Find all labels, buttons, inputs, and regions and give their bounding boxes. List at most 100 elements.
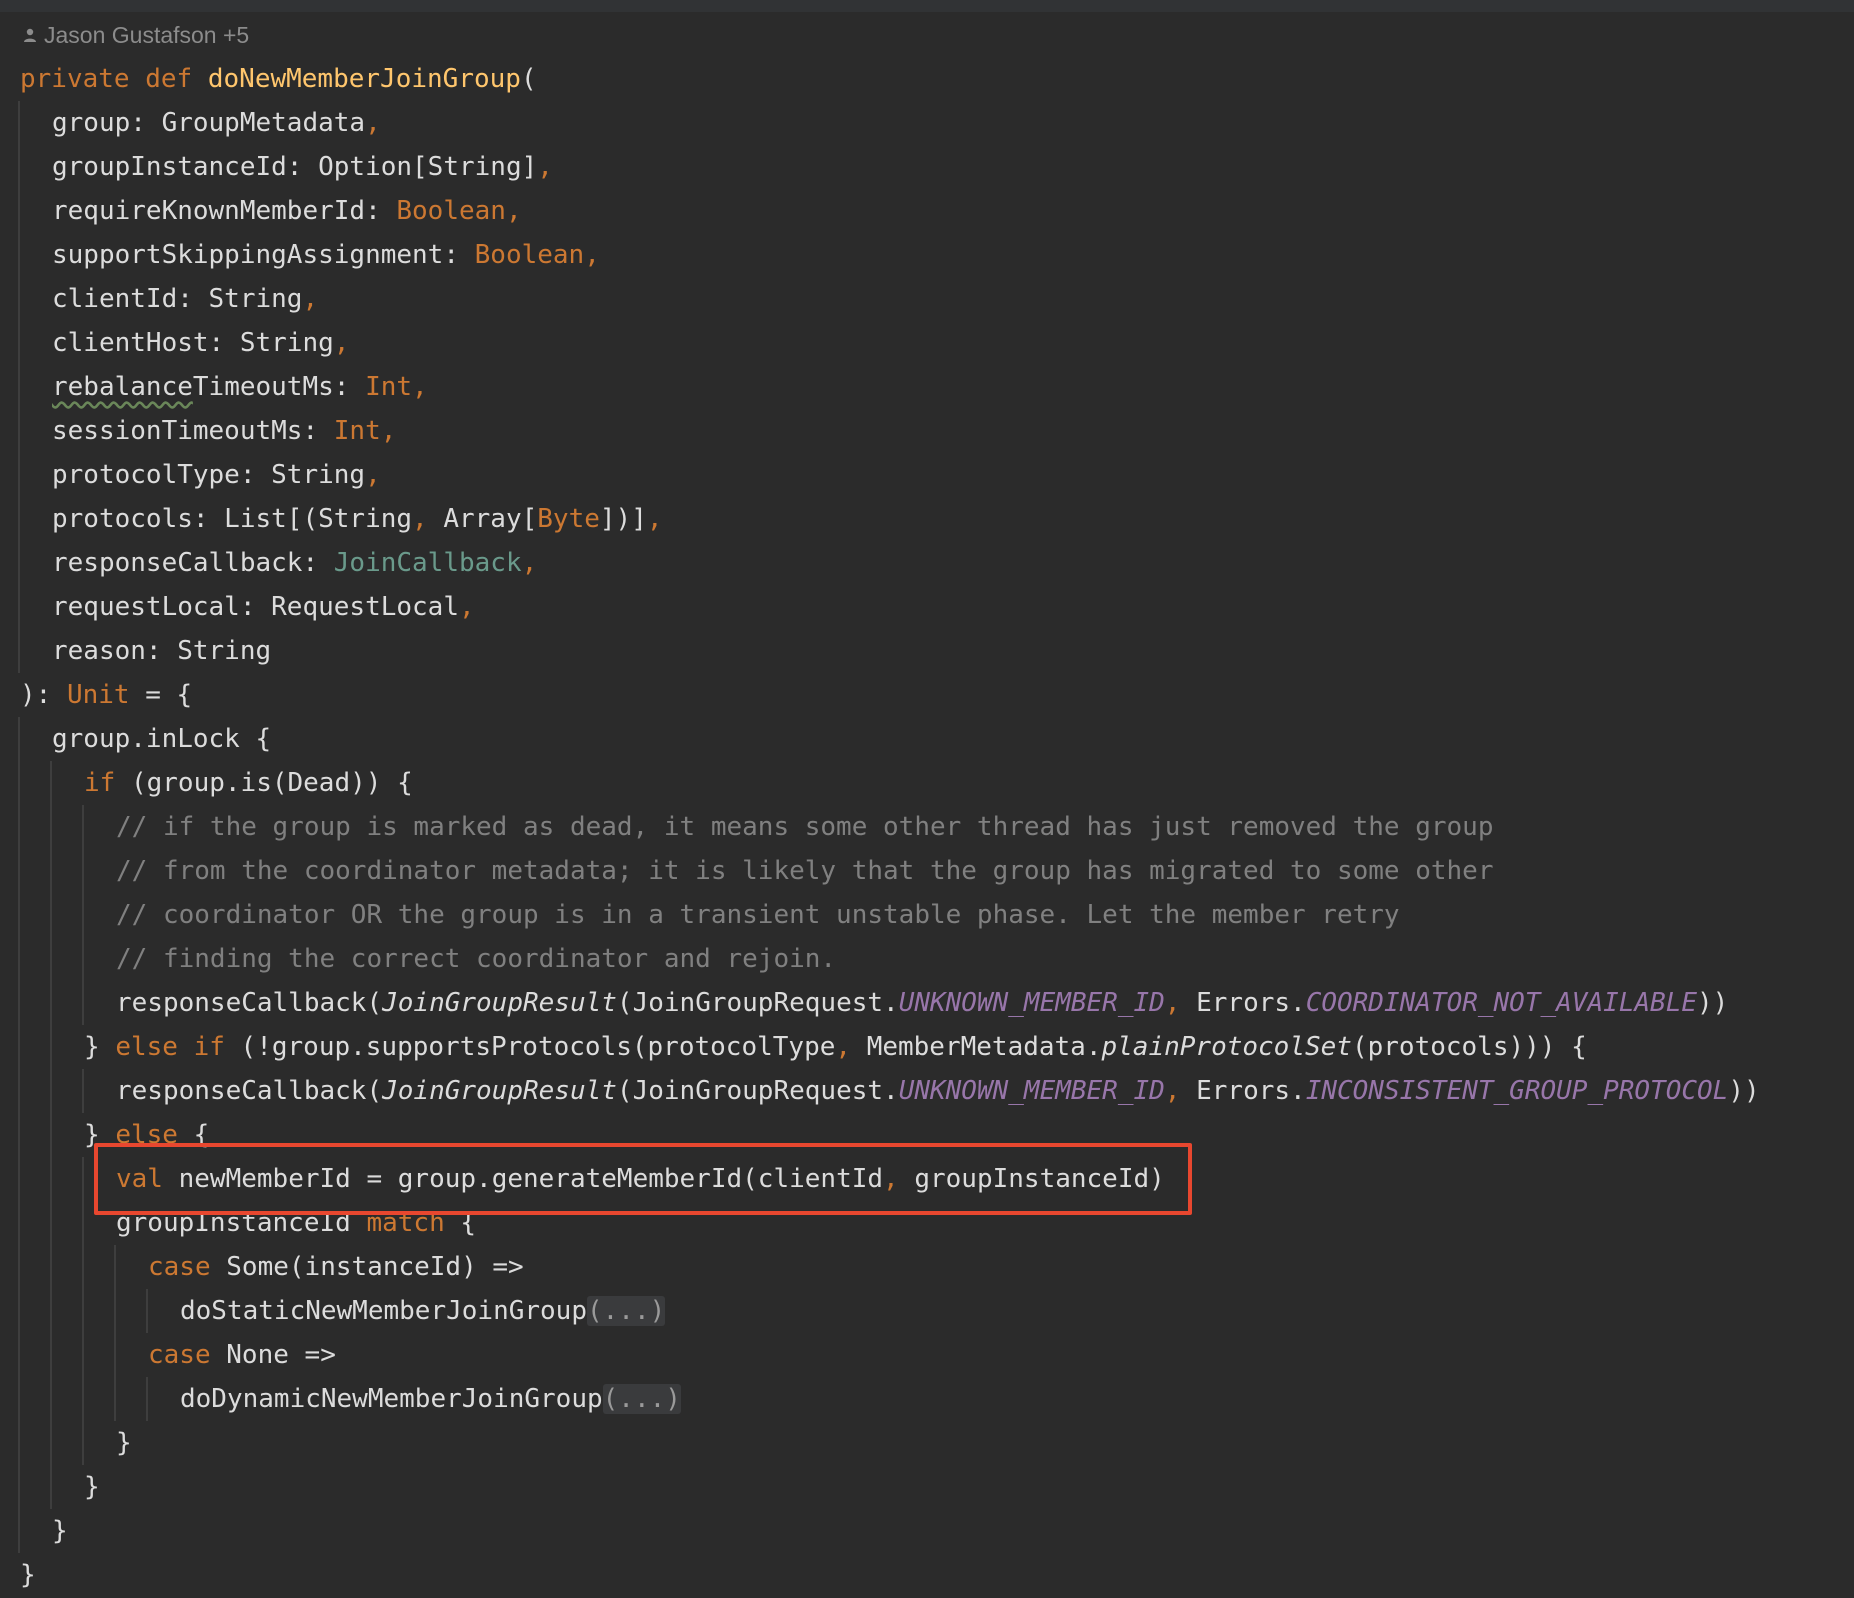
code-text: private def doNewMemberJoinGroup( (20, 57, 537, 101)
code-line[interactable]: groupInstanceId: Option[String], (0, 145, 1854, 189)
code-line[interactable]: responseCallback(JoinGroupResult(JoinGro… (0, 981, 1854, 1025)
indent-guide (50, 1333, 52, 1377)
code-token: JoinGroupResult (382, 988, 617, 1018)
code-line[interactable]: } (0, 1509, 1854, 1553)
code-line[interactable]: private def doNewMemberJoinGroup( (0, 57, 1854, 101)
code-token: supportSkippingAssignment: (52, 240, 475, 270)
code-author-hint[interactable]: Jason Gustafson +5 (22, 20, 249, 50)
code-text: // finding the correct coordinator and r… (116, 937, 836, 981)
code-line[interactable]: protocols: List[(String, Array[Byte])], (0, 497, 1854, 541)
code-line[interactable]: supportSkippingAssignment: Boolean, (0, 233, 1854, 277)
code-token: , (521, 548, 538, 578)
indent-guide (50, 937, 52, 981)
indent-guide (146, 1377, 148, 1421)
code-text: } (84, 1465, 100, 1509)
indent-guide (50, 761, 52, 805)
code-token: val (116, 1164, 179, 1194)
code-line[interactable]: doDynamicNewMemberJoinGroup(...) (0, 1377, 1854, 1421)
indent-guide (82, 1421, 84, 1465)
code-line[interactable]: // finding the correct coordinator and r… (0, 937, 1854, 981)
code-line[interactable]: protocolType: String, (0, 453, 1854, 497)
code-token: plainProtocolSet (1101, 1032, 1352, 1062)
indent-guide (50, 1201, 52, 1245)
code-line[interactable]: case Some(instanceId) => (0, 1245, 1854, 1289)
code-token: groupInstanceId: Option[String] (52, 152, 538, 182)
indent-guide (50, 805, 52, 849)
editor-top-band (0, 0, 1854, 12)
code-text: case None => (148, 1333, 336, 1377)
code-token: Errors. (1196, 988, 1306, 1018)
code-line[interactable]: group: GroupMetadata, (0, 101, 1854, 145)
code-line[interactable]: rebalanceTimeoutMs: Int, (0, 365, 1854, 409)
indent-guide (50, 1377, 52, 1421)
code-text: } (116, 1421, 132, 1465)
code-text: } else if (!group.supportsProtocols(prot… (84, 1025, 1587, 1069)
indent-guide (50, 1113, 52, 1157)
code-line[interactable]: group.inLock { (0, 717, 1854, 761)
code-line[interactable]: // coordinator OR the group is in a tran… (0, 893, 1854, 937)
code-token: requestLocal: RequestLocal (52, 592, 459, 622)
code-token: , (1164, 1076, 1197, 1106)
code-token: Boolean (396, 196, 506, 226)
code-text: protocolType: String, (52, 453, 381, 497)
code-editor[interactable]: Jason Gustafson +5 private def doNewMemb… (0, 0, 1854, 1598)
code-text: groupInstanceId: Option[String], (52, 145, 553, 189)
code-line[interactable]: clientId: String, (0, 277, 1854, 321)
code-line[interactable]: val newMemberId = group.generateMemberId… (0, 1157, 1854, 1201)
code-token: } (116, 1428, 132, 1458)
code-token: } (52, 1516, 68, 1546)
code-token: groupInstanceId (116, 1208, 367, 1238)
code-token: doDynamicNewMemberJoinGroup (180, 1384, 603, 1414)
code-line[interactable]: if (group.is(Dead)) { (0, 761, 1854, 805)
code-text: group: GroupMetadata, (52, 101, 381, 145)
code-line[interactable]: case None => (0, 1333, 1854, 1377)
code-token: Array[ (443, 504, 538, 534)
code-token: , (459, 592, 475, 622)
indent-guide (82, 849, 84, 893)
code-token: rebalance (52, 372, 193, 402)
code-line[interactable]: // if the group is marked as dead, it me… (0, 805, 1854, 849)
code-lines[interactable]: private def doNewMemberJoinGroup(group: … (0, 57, 1854, 1597)
code-line[interactable]: ): Unit = { (0, 673, 1854, 717)
code-token: responseCallback: (52, 548, 334, 578)
indent-guide (114, 1289, 116, 1333)
code-line[interactable]: responseCallback(JoinGroupResult(JoinGro… (0, 1069, 1854, 1113)
code-token: JoinCallback (333, 548, 522, 578)
code-line[interactable]: requireKnownMemberId: Boolean, (0, 189, 1854, 233)
code-line[interactable]: responseCallback: JoinCallback, (0, 541, 1854, 585)
code-token: , (412, 372, 428, 402)
indent-guide (18, 541, 20, 585)
code-line[interactable]: } (0, 1421, 1854, 1465)
code-text: requireKnownMemberId: Boolean, (52, 189, 522, 233)
code-line[interactable]: } else { (0, 1113, 1854, 1157)
code-token: , (1164, 988, 1197, 1018)
code-token: reason: String (52, 636, 272, 666)
code-line[interactable]: groupInstanceId match { (0, 1201, 1854, 1245)
indent-guide (18, 1113, 20, 1157)
code-token: protocols: List[(String (52, 504, 413, 534)
code-token: (...) (602, 1384, 681, 1414)
code-token: else if (115, 1032, 241, 1062)
code-line[interactable]: // from the coordinator metadata; it is … (0, 849, 1854, 893)
code-line[interactable]: requestLocal: RequestLocal, (0, 585, 1854, 629)
code-token: INCONSISTENT_GROUP_PROTOCOL (1305, 1076, 1729, 1106)
code-token: (...) (587, 1296, 666, 1326)
code-token: , (584, 240, 600, 270)
indent-guide (50, 1157, 52, 1201)
code-line[interactable]: reason: String (0, 629, 1854, 673)
code-token: = { (129, 680, 193, 710)
code-token: Some(instanceId) => (226, 1252, 524, 1282)
code-line[interactable]: } (0, 1465, 1854, 1509)
indent-guide (18, 1289, 20, 1333)
code-token: COORDINATOR_NOT_AVAILABLE (1305, 988, 1698, 1018)
code-line[interactable]: } (0, 1553, 1854, 1597)
code-line[interactable]: sessionTimeoutMs: Int, (0, 409, 1854, 453)
code-token: groupInstanceId) (914, 1164, 1165, 1194)
code-token: )) (1697, 988, 1729, 1018)
code-line[interactable]: } else if (!group.supportsProtocols(prot… (0, 1025, 1854, 1069)
code-line[interactable]: doStaticNewMemberJoinGroup(...) (0, 1289, 1854, 1333)
indent-guide (18, 893, 20, 937)
indent-guide (82, 1069, 84, 1113)
indent-guide (50, 893, 52, 937)
code-line[interactable]: clientHost: String, (0, 321, 1854, 365)
